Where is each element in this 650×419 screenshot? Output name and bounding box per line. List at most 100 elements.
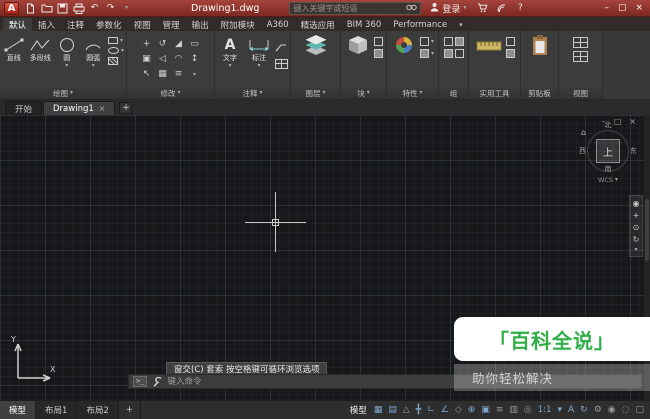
panel-label-groups[interactable]: 组 (439, 87, 468, 99)
match-properties-icon[interactable] (420, 37, 429, 46)
app-store-cart-icon[interactable] (476, 2, 488, 14)
ribbon-tab-home[interactable]: 默认 (3, 18, 32, 31)
polyline-button[interactable]: 多段线 (29, 35, 53, 62)
ribbon-tab-addins[interactable]: 附加模块 (215, 18, 261, 31)
isometric-drafting-icon[interactable]: ◇ (455, 406, 462, 415)
grid-icon[interactable]: ▦ (374, 406, 383, 415)
fillet-icon[interactable]: ◠ (175, 55, 183, 64)
new-drawing-tab-button[interactable]: + (119, 102, 132, 114)
viewcube-top-face[interactable]: 上 (596, 139, 620, 163)
quick-select-icon[interactable] (506, 37, 515, 46)
qat-customize-caret-icon[interactable]: ▾ (120, 2, 133, 14)
ribbon-tab-a360[interactable]: A360 (261, 18, 295, 31)
layer-properties-button[interactable] (298, 35, 334, 54)
insert-block-button[interactable] (345, 35, 371, 54)
create-block-icon[interactable] (374, 37, 383, 46)
group-selection-icon[interactable] (455, 49, 464, 58)
text-button[interactable]: A 文字 ▾ (217, 35, 243, 69)
file-tab-start[interactable]: 开始 (5, 101, 42, 115)
open-folder-icon[interactable] (40, 2, 53, 14)
redo-icon[interactable]: ↷ (104, 2, 117, 14)
named-views-icon[interactable] (573, 51, 588, 62)
chevron-down-icon[interactable]: ▾ (431, 39, 434, 45)
arc-button[interactable]: 圆弧 ▾ (82, 35, 106, 69)
model-paper-toggle[interactable]: 模型 (350, 404, 367, 416)
app-menu-button[interactable]: A (4, 2, 19, 15)
layout-tab-layout1[interactable]: 布局1 (36, 401, 77, 419)
group-icon[interactable] (444, 37, 453, 46)
new-layout-button[interactable]: + (119, 401, 141, 419)
properties-button[interactable] (391, 35, 417, 54)
group-edit-icon[interactable] (444, 49, 453, 58)
object-color-icon[interactable] (420, 49, 429, 58)
file-tab-drawing1[interactable]: Drawing1 × (43, 101, 115, 115)
ribbon-tab-view[interactable]: 视图 (128, 18, 157, 31)
maximize-button[interactable]: ▢ (618, 3, 627, 13)
ribbon-display-options[interactable]: ▾ (453, 18, 469, 31)
selection-cycling-icon[interactable]: ◎ (524, 406, 532, 415)
ribbon-tab-insert[interactable]: 插入 (32, 18, 61, 31)
annotation-monitor-icon[interactable]: ◉ (608, 406, 616, 415)
ucs-icon[interactable]: Y X (10, 334, 56, 386)
help-icon[interactable]: ? (514, 2, 526, 14)
plot-printer-icon[interactable] (72, 2, 85, 14)
viewport-config-icon[interactable] (573, 37, 588, 48)
modify-more-icon[interactable]: ▾ (193, 72, 196, 78)
array-icon[interactable]: ▦ (158, 70, 167, 79)
viewcube-south[interactable]: 南 (605, 164, 612, 174)
save-icon[interactable] (56, 2, 69, 14)
ribbon-tab-output[interactable]: 输出 (186, 18, 215, 31)
annotation-scale-button[interactable]: 1:1 (538, 405, 552, 415)
transparency-icon[interactable]: ▥ (509, 406, 518, 415)
close-tab-icon[interactable]: × (99, 105, 106, 113)
mirror-icon[interactable]: ◁ (159, 55, 166, 64)
layout-tab-model[interactable]: 模型 (0, 401, 36, 419)
search-binoculars-icon[interactable] (406, 3, 417, 14)
search-input[interactable] (293, 4, 403, 13)
polar-tracking-icon[interactable]: ∠ (441, 406, 449, 415)
ortho-mode-icon[interactable]: ∟ (427, 406, 435, 415)
command-customize-wrench-icon[interactable] (152, 372, 162, 391)
sign-in-button[interactable]: 登录 ▾ (430, 2, 466, 15)
scale-icon[interactable]: ↖ (143, 70, 151, 79)
minimize-button[interactable]: – (604, 3, 609, 13)
panel-label-annotation[interactable]: 注释 ▾ (215, 87, 290, 99)
drawing-canvas[interactable]: – ▢ × ⌂ 北 西 上 东 南 WCS ▾ ◉ + ⊙ ↻ ▾ (0, 115, 650, 400)
zoom-icon[interactable]: ⊙ (633, 223, 640, 232)
viewcube-west[interactable]: 西 (579, 146, 586, 156)
viewcube-north[interactable]: 北 (605, 120, 612, 130)
table-icon[interactable] (275, 59, 288, 69)
pan-icon[interactable]: + (633, 211, 640, 220)
move-icon[interactable]: + (143, 40, 151, 49)
chevron-down-icon[interactable]: ▾ (431, 51, 434, 57)
undo-icon[interactable]: ↶ (88, 2, 101, 14)
rectangle-icon[interactable] (108, 37, 118, 44)
paste-button[interactable] (528, 35, 552, 54)
offset-icon[interactable]: ≡ (175, 70, 183, 79)
annotation-autoscale-icon[interactable]: ↻ (580, 406, 588, 415)
clean-screen-icon[interactable]: ▢ (635, 406, 644, 415)
circle-button[interactable]: 圆 ▾ (55, 35, 79, 69)
chevron-down-icon[interactable]: ▾ (557, 406, 562, 415)
quick-calc-icon[interactable] (506, 49, 515, 58)
leader-icon[interactable] (275, 37, 287, 56)
dimension-button[interactable]: 标注 ▾ (246, 35, 272, 69)
panel-label-layers[interactable]: 图层 ▾ (291, 87, 340, 99)
panel-label-block[interactable]: 块 ▾ (341, 87, 386, 99)
panel-label-view[interactable]: 视图 (559, 87, 602, 99)
ellipse-icon[interactable] (108, 47, 119, 54)
close-button[interactable]: × (635, 3, 643, 13)
panel-label-properties[interactable]: 特性 ▾ (387, 87, 438, 99)
scrollbar-thumb[interactable] (645, 199, 649, 261)
chevron-down-icon[interactable]: ▾ (121, 48, 124, 54)
rotate-icon[interactable]: ↺ (159, 40, 167, 49)
viewcube-home-icon[interactable]: ⌂ (581, 128, 586, 137)
hatch-icon[interactable] (108, 57, 118, 65)
layout-tab-layout2[interactable]: 布局2 (77, 401, 118, 419)
ribbon-tab-bim360[interactable]: BIM 360 (341, 18, 388, 31)
isolate-objects-icon[interactable]: ◌ (622, 406, 630, 415)
object-snap-icon[interactable]: ▣ (481, 406, 490, 415)
steering-wheel-icon[interactable]: ◉ (633, 199, 640, 208)
ribbon-tab-manage[interactable]: 管理 (157, 18, 186, 31)
trim-icon[interactable]: ◢ (175, 40, 182, 49)
